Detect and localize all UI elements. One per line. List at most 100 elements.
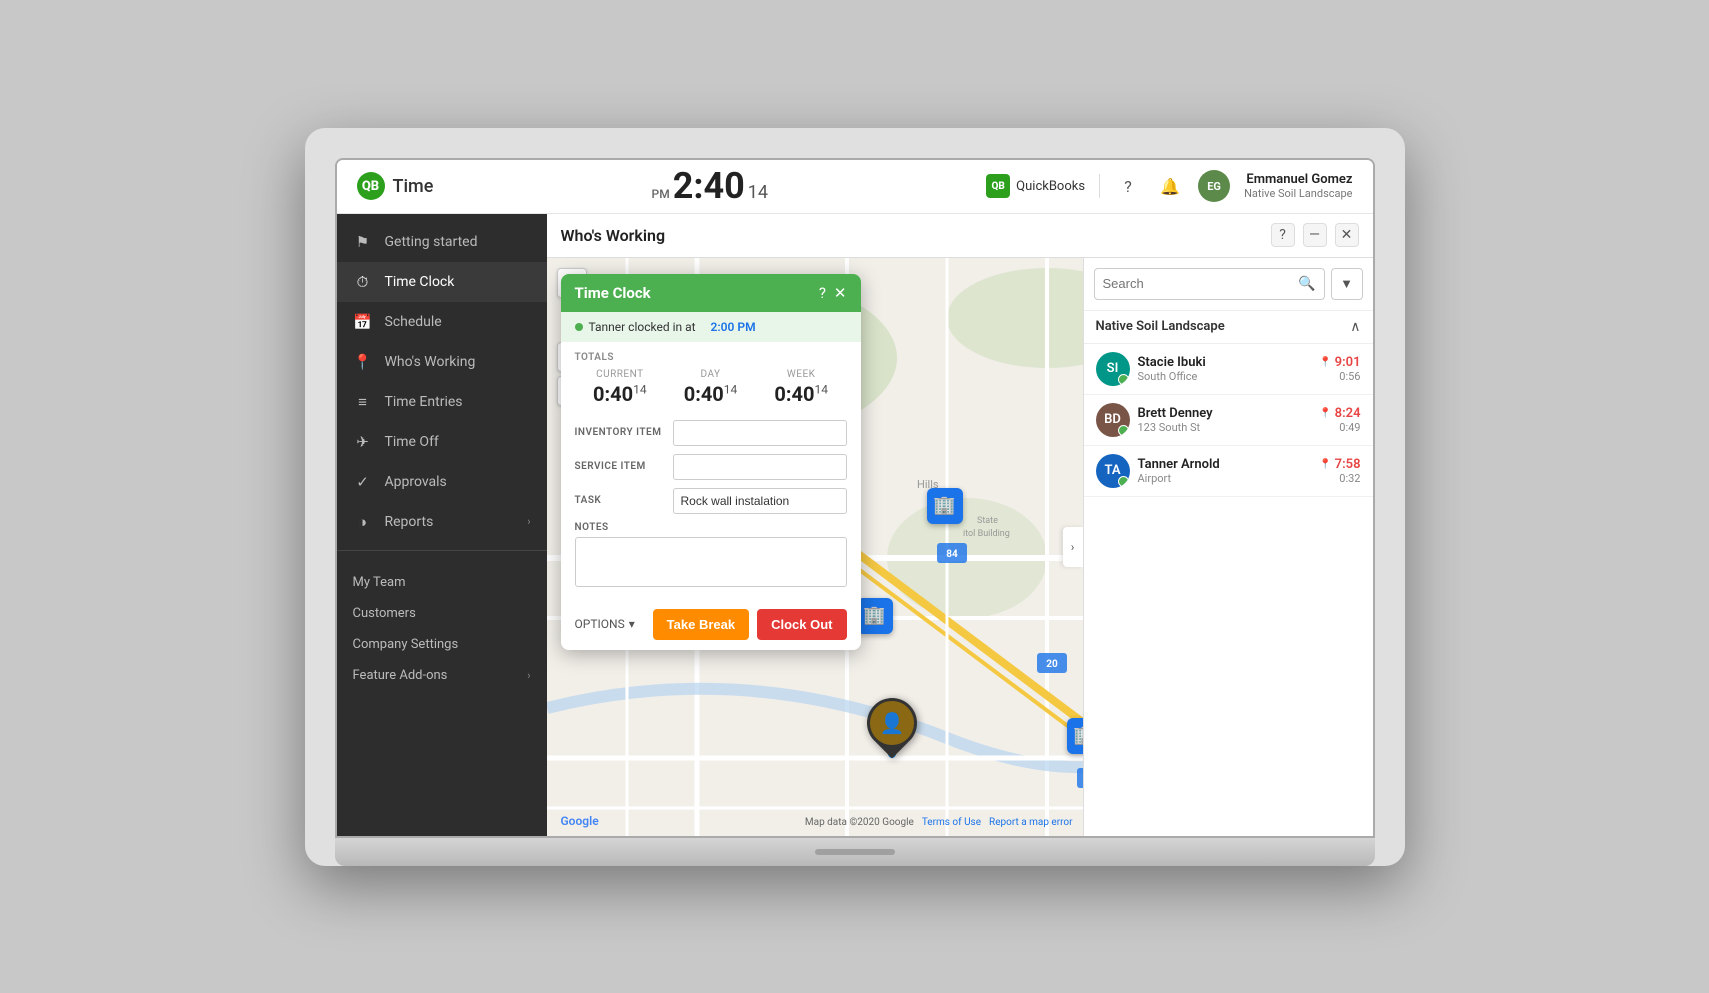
- map-pin-building-2[interactable]: 🏢: [857, 598, 893, 634]
- sidebar-item-time-entries[interactable]: ≡ Time Entries: [337, 382, 547, 422]
- time-off-icon: ✈: [353, 432, 373, 452]
- totals-day-label: DAY: [665, 369, 756, 380]
- map-report-link[interactable]: Report a map error: [989, 817, 1072, 828]
- company-collapse-icon[interactable]: ∧: [1350, 319, 1360, 335]
- help-icon[interactable]: ?: [1114, 172, 1142, 200]
- stacie-info: Stacie Ibuki South Office: [1138, 355, 1320, 383]
- tanner-name: Tanner Arnold: [1138, 457, 1320, 472]
- time-main: 2:40: [673, 168, 745, 204]
- sidebar-label-schedule: Schedule: [385, 314, 442, 330]
- filter-button[interactable]: ▼: [1331, 268, 1363, 300]
- notes-textarea[interactable]: [575, 537, 847, 587]
- building-icon-1: 🏢: [927, 488, 963, 524]
- map-pin-tanner[interactable]: 👤: [867, 698, 917, 758]
- sidebar-bottom-customers[interactable]: Customers: [337, 598, 547, 629]
- task-label: TASK: [575, 495, 665, 506]
- sidebar-item-schedule[interactable]: 📅 Schedule: [337, 302, 547, 342]
- whos-working-title: Who's Working: [561, 226, 666, 245]
- inventory-item-label: INVENTORY ITEM: [575, 427, 665, 438]
- window-action-buttons: ? — ✕: [1271, 223, 1359, 247]
- totals-row: CURRENT 0:4014 DAY 0:4014: [575, 369, 847, 406]
- employee-item-brett[interactable]: BD Brett Denney 123 South St 📍 8:24: [1084, 395, 1373, 446]
- sidebar: ⚑ Getting started ⏱ Time Clock 📅 Schedul…: [337, 214, 547, 836]
- totals-section: TOTALS CURRENT 0:4014 DAY: [561, 342, 861, 412]
- service-item-label: SERVICE ITEM: [575, 461, 665, 472]
- options-button[interactable]: OPTIONS ▾: [575, 617, 635, 631]
- clocked-in-dot: [575, 323, 583, 331]
- quickbooks-brand: QB QuickBooks: [986, 174, 1085, 198]
- modal-close-button[interactable]: ✕: [834, 284, 847, 302]
- modal-body: Tanner clocked in at 2:00 PM TOTALS CURR…: [561, 312, 861, 650]
- employee-item-stacie[interactable]: SI Stacie Ibuki South Office 📍 9:01: [1084, 344, 1373, 395]
- map-pin-building-1[interactable]: 🏢: [927, 488, 963, 524]
- totals-week: WEEK 0:4014: [756, 369, 847, 406]
- sidebar-item-whos-working[interactable]: 📍 Who's Working: [337, 342, 547, 382]
- time-entries-icon: ≡: [353, 392, 373, 412]
- svg-text:84: 84: [946, 549, 958, 560]
- reports-icon: ◑: [353, 512, 373, 532]
- svg-text:itol Building: itol Building: [963, 529, 1010, 539]
- modal-help-button[interactable]: ?: [819, 284, 826, 302]
- task-input[interactable]: [673, 488, 847, 514]
- laptop-base: [335, 838, 1375, 866]
- totals-current-time: 0:4014: [575, 382, 666, 406]
- service-item-input[interactable]: [673, 454, 847, 480]
- tanner-time: 📍 7:58 0:32: [1319, 457, 1360, 485]
- sidebar-item-reports[interactable]: ◑ Reports ›: [337, 502, 547, 542]
- map-footer: Map data ©2020 Google Terms of Use Repor…: [805, 817, 1073, 828]
- modal-footer: OPTIONS ▾ Take Break Clock Out: [561, 599, 861, 650]
- map-terms-link[interactable]: Terms of Use: [922, 817, 981, 828]
- stacie-hours: 📍 9:01: [1319, 355, 1360, 370]
- brett-location-pin-icon: 📍: [1319, 408, 1331, 419]
- clocked-in-bar: Tanner clocked in at 2:00 PM: [561, 312, 861, 342]
- getting-started-icon: ⚑: [353, 232, 373, 252]
- clock-out-button[interactable]: Clock Out: [757, 609, 846, 640]
- search-input[interactable]: [1103, 276, 1293, 291]
- sidebar-item-time-off[interactable]: ✈ Time Off: [337, 422, 547, 462]
- map-collapse-button[interactable]: ›: [1063, 527, 1083, 567]
- notes-section: NOTES: [575, 522, 847, 591]
- options-label: OPTIONS: [575, 617, 625, 631]
- whos-working-header: Who's Working ? — ✕: [547, 214, 1373, 258]
- user-name: Emmanuel Gomez: [1244, 172, 1352, 187]
- map-pin-building-3[interactable]: 🏢: [1067, 718, 1083, 754]
- sidebar-item-getting-started[interactable]: ⚑ Getting started: [337, 222, 547, 262]
- content-area: Who's Working ? — ✕: [547, 214, 1373, 836]
- sidebar-bottom-my-team[interactable]: My Team: [337, 567, 547, 598]
- schedule-icon: 📅: [353, 312, 373, 332]
- time-period: PM: [652, 187, 670, 201]
- sidebar-bottom-feature-addons[interactable]: Feature Add-ons ›: [337, 660, 547, 691]
- stacie-location: South Office: [1138, 370, 1320, 383]
- stacie-location-pin-icon: 📍: [1319, 357, 1331, 368]
- sidebar-item-approvals[interactable]: ✓ Approvals: [337, 462, 547, 502]
- tanner-hours: 📍 7:58: [1319, 457, 1360, 472]
- employee-item-tanner[interactable]: TA Tanner Arnold Airport 📍 7:58 0:32: [1084, 446, 1373, 497]
- task-row: TASK: [575, 488, 847, 514]
- quickbooks-label: QuickBooks: [1016, 179, 1085, 194]
- modal-header-actions: ? ✕: [819, 284, 847, 302]
- time-seconds: 14: [748, 182, 768, 203]
- laptop-notch: [815, 849, 895, 855]
- action-buttons: Take Break Clock Out: [653, 609, 847, 640]
- modal-header: Time Clock ? ✕: [561, 274, 861, 312]
- inventory-item-input[interactable]: [673, 420, 847, 446]
- brett-location: 123 South St: [1138, 421, 1320, 434]
- help-window-button[interactable]: ?: [1271, 223, 1295, 247]
- close-button[interactable]: ✕: [1335, 223, 1359, 247]
- search-icon: 🔍: [1298, 276, 1315, 292]
- minimize-button[interactable]: —: [1303, 223, 1327, 247]
- sidebar-bottom: My Team Customers Company Settings Featu…: [337, 559, 547, 707]
- top-bar-right: QB QuickBooks ? 🔔 EG Emmanuel Gomez Nati…: [986, 170, 1352, 202]
- tanner-info: Tanner Arnold Airport: [1138, 457, 1320, 485]
- sidebar-item-time-clock[interactable]: ⏱ Time Clock: [337, 262, 547, 302]
- brett-info: Brett Denney 123 South St: [1138, 406, 1320, 434]
- sidebar-bottom-company-settings[interactable]: Company Settings: [337, 629, 547, 660]
- totals-current: CURRENT 0:4014: [575, 369, 666, 406]
- take-break-button[interactable]: Take Break: [653, 609, 749, 640]
- company-name: Native Soil Landscape: [1096, 319, 1225, 334]
- service-item-row: SERVICE ITEM: [575, 454, 847, 480]
- notification-icon[interactable]: 🔔: [1156, 172, 1184, 200]
- user-avatar[interactable]: EG: [1198, 170, 1230, 202]
- sidebar-label-approvals: Approvals: [385, 474, 447, 490]
- app-logo-area: QB Time: [357, 172, 434, 200]
